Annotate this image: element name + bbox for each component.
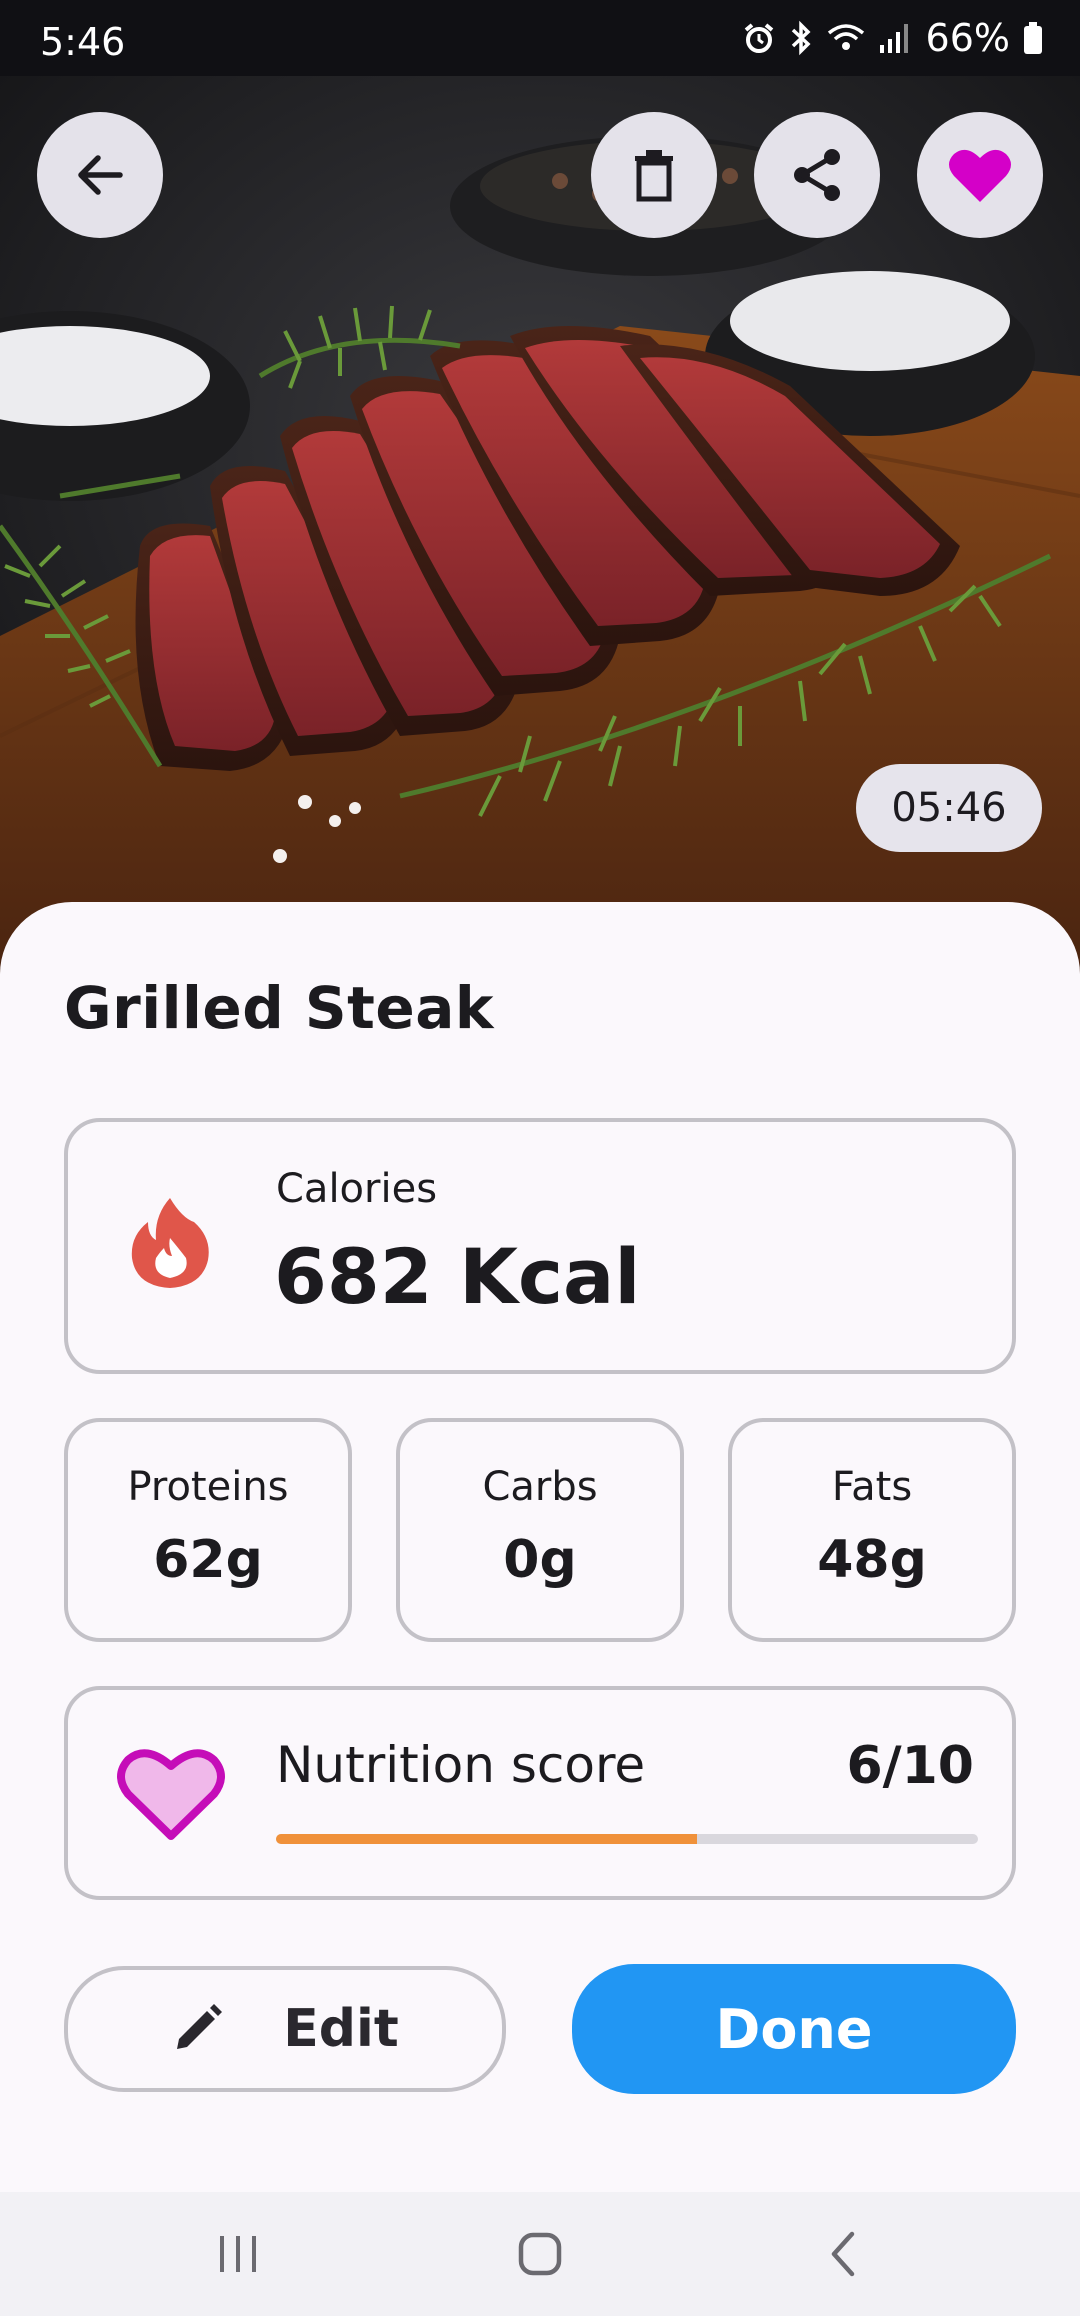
battery-percent: 66% (925, 16, 1010, 60)
home-icon[interactable] (516, 2230, 564, 2278)
back-button[interactable] (37, 112, 163, 238)
arrow-left-icon (78, 155, 123, 195)
meal-title: Grilled Steak (64, 974, 494, 1042)
macro-label: Fats (831, 1464, 913, 1510)
flame-icon (131, 1198, 209, 1288)
calories-label: Calories (276, 1166, 438, 1212)
favorite-button[interactable] (917, 112, 1043, 238)
back-nav-icon[interactable] (822, 2230, 866, 2278)
nutrition-score-bar (276, 1834, 978, 1844)
calories-value: 682 Kcal (274, 1232, 641, 1321)
delete-button[interactable] (591, 112, 717, 238)
nutrition-score-label: Nutrition score (276, 1736, 646, 1794)
battery-icon (1024, 22, 1042, 54)
trash-icon (635, 150, 673, 202)
share-icon (794, 149, 840, 201)
macro-card-proteins: Proteins 62g (64, 1418, 352, 1642)
status-icons: 66% (742, 16, 1044, 60)
edit-button[interactable]: Edit (64, 1966, 506, 2092)
calories-card: Calories 682 Kcal (64, 1118, 1016, 1374)
meal-details-sheet: Grilled Steak Calories 682 Kcal Proteins… (0, 902, 1080, 2192)
nutrition-score-value: 6/10 (846, 1736, 974, 1796)
status-time: 5:46 (40, 20, 126, 64)
macro-value: 0g (503, 1530, 577, 1590)
recent-apps-icon[interactable] (216, 2230, 260, 2278)
pencil-icon (177, 2004, 223, 2049)
done-button[interactable]: Done (572, 1964, 1016, 2094)
macro-card-carbs: Carbs 0g (396, 1418, 684, 1642)
signal-icon (879, 24, 908, 53)
macro-value: 62g (153, 1530, 263, 1590)
status-bar: 5:46 66% (0, 0, 1080, 76)
bluetooth-icon (791, 20, 811, 56)
system-nav-bar (0, 2192, 1080, 2316)
share-button[interactable] (754, 112, 880, 238)
nutrition-score-fill (276, 1834, 698, 1844)
done-label: Done (715, 1997, 873, 2061)
heart-outline-icon (117, 1749, 225, 1840)
macro-card-fats: Fats 48g (728, 1418, 1016, 1642)
edit-label: Edit (283, 1999, 399, 2059)
heart-icon (949, 149, 1011, 202)
alarm-icon (744, 23, 773, 53)
timer-chip: 05:46 (856, 764, 1042, 852)
nutrition-score-card: Nutrition score 6/10 (64, 1686, 1016, 1900)
macro-label: Proteins (127, 1464, 289, 1510)
wifi-icon (827, 24, 864, 50)
macro-label: Carbs (482, 1464, 598, 1510)
macro-value: 48g (817, 1530, 927, 1590)
